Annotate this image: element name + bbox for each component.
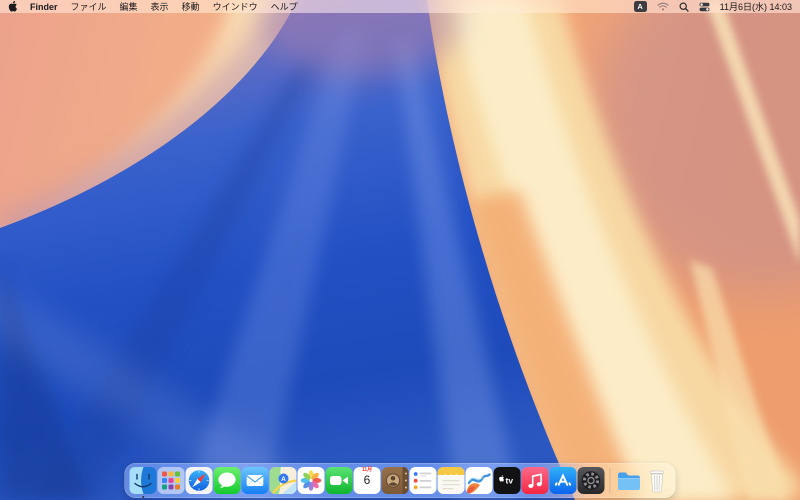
freeform-icon bbox=[466, 467, 493, 494]
dock-item-trash[interactable] bbox=[644, 467, 671, 494]
dock-item-notes[interactable] bbox=[438, 467, 465, 494]
apple-menu[interactable] bbox=[8, 1, 17, 12]
menu-go[interactable]: 移動 bbox=[182, 0, 200, 13]
dock-item-settings[interactable] bbox=[578, 467, 605, 494]
input-source-indicator[interactable]: A bbox=[634, 1, 647, 12]
dock-separator bbox=[610, 468, 611, 494]
menu-help[interactable]: ヘルプ bbox=[271, 0, 298, 13]
menu-bar: Finder ファイル 編集 表示 移動 ウインドウ ヘルプ A bbox=[0, 0, 800, 13]
trash-icon bbox=[644, 467, 671, 494]
desktop-wallpaper bbox=[0, 0, 800, 500]
dock-item-mail[interactable] bbox=[242, 467, 269, 494]
desktop[interactable]: Finder ファイル 編集 表示 移動 ウインドウ ヘルプ A bbox=[0, 0, 800, 500]
svg-text:A: A bbox=[281, 476, 286, 483]
dock-item-photos[interactable] bbox=[298, 467, 325, 494]
facetime-icon bbox=[326, 467, 353, 494]
app-store-icon bbox=[550, 467, 577, 494]
finder-icon bbox=[130, 467, 157, 494]
dock-item-reminders[interactable] bbox=[410, 467, 437, 494]
dock-item-tv[interactable]: tv bbox=[494, 467, 521, 494]
menu-app-name[interactable]: Finder bbox=[30, 2, 58, 12]
music-icon bbox=[522, 467, 549, 494]
safari-icon bbox=[186, 467, 213, 494]
dock-item-launchpad[interactable] bbox=[158, 467, 185, 494]
dock-item-appstore[interactable] bbox=[550, 467, 577, 494]
menu-edit[interactable]: 編集 bbox=[120, 0, 138, 13]
reminders-icon bbox=[410, 467, 437, 494]
apple-logo-icon bbox=[8, 1, 17, 12]
dock-item-contacts[interactable] bbox=[382, 467, 409, 494]
menu-bar-clock[interactable]: 11月6日(水) 14:03 bbox=[720, 0, 792, 13]
dock-item-messages[interactable] bbox=[214, 467, 241, 494]
wifi-icon[interactable] bbox=[657, 2, 669, 11]
messages-icon bbox=[214, 467, 241, 494]
dock-item-freeform[interactable] bbox=[466, 467, 493, 494]
dock-item-calendar[interactable]: 11月6 bbox=[354, 467, 381, 494]
spotlight-search-icon[interactable] bbox=[679, 2, 689, 12]
photos-icon bbox=[298, 467, 325, 494]
menu-file[interactable]: ファイル bbox=[71, 0, 107, 13]
notes-icon bbox=[438, 467, 465, 494]
dock: A 11月6 bbox=[125, 463, 676, 498]
downloads-folder-icon bbox=[616, 467, 643, 494]
running-indicator-dot bbox=[142, 496, 145, 499]
mail-icon bbox=[242, 467, 269, 494]
system-settings-icon bbox=[578, 467, 605, 494]
menu-view[interactable]: 表示 bbox=[151, 0, 169, 13]
dock-item-maps[interactable]: A bbox=[270, 467, 297, 494]
calendar-icon: 11月6 bbox=[354, 467, 381, 494]
maps-icon: A bbox=[270, 467, 297, 494]
dock-item-music[interactable] bbox=[522, 467, 549, 494]
dock-item-finder[interactable] bbox=[130, 467, 157, 494]
dock-item-facetime[interactable] bbox=[326, 467, 353, 494]
apple-tv-icon: tv bbox=[494, 467, 521, 494]
control-center-icon[interactable] bbox=[699, 2, 710, 12]
launchpad-icon bbox=[158, 467, 185, 494]
dock-item-downloads[interactable] bbox=[616, 467, 643, 494]
calendar-day-label: 6 bbox=[364, 474, 371, 487]
contacts-icon bbox=[382, 467, 409, 494]
menu-window[interactable]: ウインドウ bbox=[213, 0, 258, 13]
svg-text:tv: tv bbox=[506, 476, 514, 486]
dock-item-safari[interactable] bbox=[186, 467, 213, 494]
